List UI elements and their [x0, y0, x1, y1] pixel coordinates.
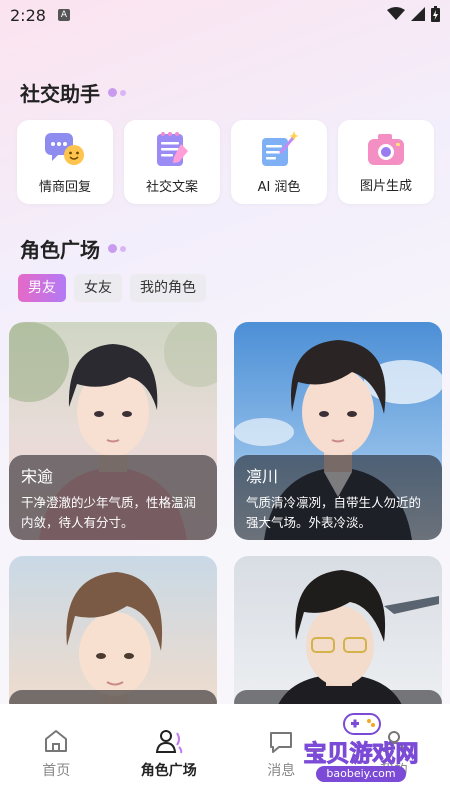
- notification-a-icon: A: [58, 9, 70, 21]
- decor-dots: [108, 88, 126, 97]
- tool-eq-reply[interactable]: 情商回复: [17, 120, 113, 204]
- card-info: 宋逾 干净澄澈的少年气质，性格温润内敛，待人有分寸。: [9, 455, 217, 540]
- role-card[interactable]: [234, 556, 442, 716]
- tool-image-gen[interactable]: 图片生成: [338, 120, 434, 204]
- message-icon: [270, 732, 293, 753]
- camera-icon: [368, 133, 404, 165]
- decor-dots: [108, 244, 126, 253]
- card-name: 宋逾: [21, 467, 54, 486]
- gamepad-logo-icon: [343, 713, 381, 735]
- watermark-title: 宝贝游戏网: [303, 741, 419, 768]
- tool-social-copy[interactable]: 社交文案: [124, 120, 220, 204]
- roles-section-title: 角色广场: [20, 234, 126, 263]
- card-desc: 气质清冷凛冽，自带生人勿近的强大气场。外表冷淡。: [246, 495, 422, 530]
- battery-icon: [431, 6, 440, 22]
- status-bar: 2:28 A: [0, 0, 450, 34]
- status-time: 2:28: [10, 6, 46, 25]
- user-square-icon: [155, 730, 182, 754]
- card-name: 凛川: [246, 467, 279, 486]
- chip-girlfriend[interactable]: 女友: [74, 274, 122, 302]
- home-icon: [45, 730, 68, 752]
- document-magic-wand-icon: [262, 130, 299, 166]
- wifi-icon: [387, 7, 405, 20]
- role-card[interactable]: 宋逾 干净澄澈的少年气质，性格温润内敛，待人有分寸。: [9, 322, 217, 540]
- chip-boyfriend[interactable]: 男友: [18, 274, 66, 302]
- tab-home[interactable]: 首页: [0, 704, 113, 800]
- site-watermark: 宝贝游戏网 baobeiy.com: [302, 710, 420, 786]
- notepad-pen-icon: [157, 131, 188, 166]
- chat-bubble-smile-icon: [45, 132, 84, 165]
- watermark-url: baobeiy.com: [316, 766, 406, 782]
- card-desc: 干净澄澈的少年气质，性格温润内敛，待人有分寸。: [21, 495, 197, 530]
- role-card[interactable]: [9, 556, 217, 716]
- card-info: 凛川 气质清冷凛冽，自带生人勿近的强大气场。外表冷淡。: [234, 455, 442, 540]
- chip-my-roles[interactable]: 我的角色: [130, 274, 206, 302]
- tool-ai-polish[interactable]: AI 润色: [231, 120, 327, 204]
- social-section-title: 社交助手: [20, 78, 126, 107]
- tab-role-square[interactable]: 角色广场: [113, 704, 226, 800]
- signal-icon: [411, 7, 425, 21]
- role-card[interactable]: 凛川 气质清冷凛冽，自带生人勿近的强大气场。外表冷淡。: [234, 322, 442, 540]
- social-tools: 情商回复 社交文案 AI 润色 图片生成: [17, 120, 434, 204]
- role-filter-chips: 男友 女友 我的角色: [18, 274, 206, 302]
